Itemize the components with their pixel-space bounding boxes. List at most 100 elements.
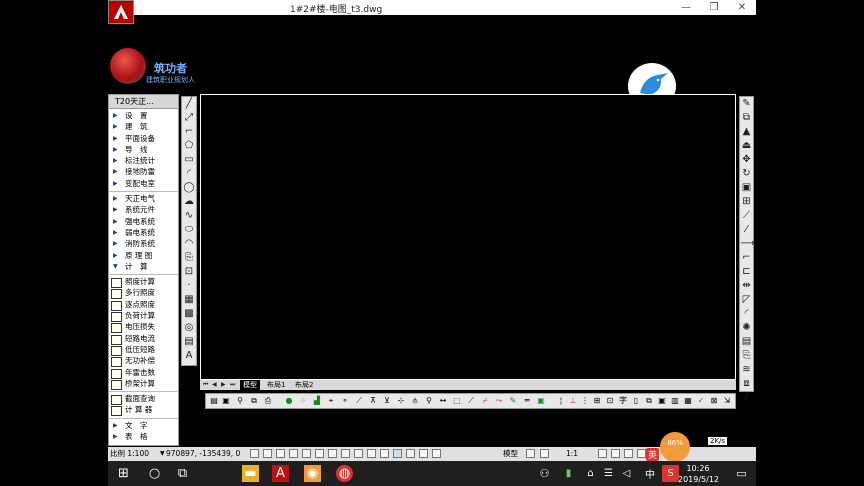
circle-icon[interactable]: ◯ — [183, 182, 195, 194]
annotation-scale[interactable]: 1:1 — [566, 447, 578, 461]
text-style-icon[interactable]: 字 — [618, 396, 628, 406]
table-tool-icon[interactable]: ▦ — [683, 396, 693, 406]
frame-tool-icon[interactable]: ▣ — [657, 396, 667, 406]
palette-header[interactable]: T20天正... — [109, 95, 178, 109]
people-icon[interactable]: ⚇ — [536, 465, 553, 482]
palette-item[interactable]: ▶ 导 线 — [109, 144, 178, 155]
offset-icon[interactable]: ⏏ — [741, 140, 753, 152]
palette-item[interactable]: ▶ 原 理 图 — [109, 250, 178, 261]
palette-item[interactable]: ▶ 天正电气 — [109, 193, 178, 204]
copy-tool-icon[interactable]: ⧉ — [644, 396, 654, 406]
annotation-visibility-icon[interactable] — [598, 449, 607, 458]
match-properties-icon[interactable]: ⎘ — [741, 350, 753, 362]
snap-tool-icon[interactable]: ⌖ — [326, 396, 336, 406]
dimension-tool-icon[interactable]: ⊻ — [382, 396, 392, 406]
drawing-canvas[interactable] — [200, 94, 736, 380]
layer-tool-icon[interactable]: ⧉ — [249, 396, 259, 406]
line-icon[interactable]: ╱ — [183, 98, 195, 110]
stretch-icon[interactable]: ⟋ — [741, 210, 753, 222]
chamfer-icon[interactable]: ◸ — [741, 294, 753, 306]
rectangle-icon[interactable]: ▭ — [183, 154, 195, 166]
zoom-tool-icon[interactable]: ⚲ — [424, 396, 434, 406]
quick-properties-icon[interactable] — [406, 449, 415, 458]
sogou-ime-icon[interactable]: S — [662, 465, 679, 482]
next-tab-icon[interactable]: ▶ — [221, 380, 226, 390]
hatch-icon[interactable]: ▦ — [183, 294, 195, 306]
node-tool-icon[interactable]: ⚬ — [340, 396, 350, 406]
scale-selector[interactable]: 比例 1:100 — [110, 447, 149, 461]
palette-item[interactable]: 多行照度 — [109, 287, 178, 300]
windows-start-icon[interactable]: ⊞ — [115, 465, 132, 482]
break-icon[interactable]: ⌐ — [741, 252, 753, 264]
region-icon[interactable]: ◎ — [183, 322, 195, 334]
palette-item[interactable]: ▶ 变配电室 — [109, 178, 178, 189]
draw-order-icon[interactable]: ⧈ — [741, 378, 753, 390]
point-icon[interactable]: · — [183, 280, 195, 292]
minimize-button[interactable]: — — [672, 0, 700, 15]
palette-item[interactable]: ▶ 表 格 — [109, 431, 178, 442]
rotate-icon[interactable]: ↻ — [741, 168, 753, 180]
parallel-lines-icon[interactable]: ⫽ — [741, 392, 753, 404]
ellipse-arc-icon[interactable]: ◠ — [183, 238, 195, 250]
filled-frame-icon[interactable]: ▥ — [670, 396, 680, 406]
palette-item[interactable]: 截面查询 — [109, 393, 178, 406]
print-icon[interactable]: ⎙ — [263, 396, 273, 406]
ortho-mode-icon[interactable] — [289, 449, 298, 458]
palette-item[interactable]: 无功补偿 — [109, 355, 178, 368]
palette-item[interactable]: ▶ 接地防雷 — [109, 166, 178, 177]
lineweight-icon[interactable] — [380, 449, 389, 458]
move-icon[interactable]: ✥ — [741, 154, 753, 166]
dropdown-arrow-icon[interactable]: ▼ — [160, 447, 165, 461]
palette-item[interactable]: 电压损失 — [109, 321, 178, 334]
volume-icon[interactable]: ◁ — [618, 465, 635, 482]
network-icon[interactable]: ⌂ — [582, 465, 599, 482]
window-select-icon[interactable]: ⬚ — [452, 396, 462, 406]
erase-icon[interactable]: ✎ — [741, 98, 753, 110]
palette-item[interactable]: 桥架计算 — [109, 378, 178, 390]
red-marker-icon[interactable]: ⊥ — [568, 396, 578, 406]
palette-item[interactable]: ▶ 系统元件 — [109, 204, 178, 215]
polygon-icon[interactable]: ⬠ — [183, 140, 195, 152]
join-icon[interactable]: ⇹ — [741, 280, 753, 292]
save-icon[interactable]: ▣ — [221, 396, 231, 406]
notification-icon[interactable]: ▭ — [733, 465, 750, 482]
search-replace-icon[interactable]: ⚲ — [235, 396, 245, 406]
palette-item[interactable]: ▶ 文 字 — [109, 420, 178, 431]
palette-item[interactable]: ▶ 消防系统 — [109, 238, 178, 249]
palette-item[interactable]: 照度计算 — [109, 276, 178, 289]
gradient-icon[interactable]: ▩ — [183, 308, 195, 320]
explode-icon[interactable]: ✺ — [741, 322, 753, 334]
palette-item[interactable]: 低压短路 — [109, 344, 178, 356]
quick-view-drawings-icon[interactable] — [540, 449, 549, 458]
palette-item[interactable]: ▶ 设 置 — [109, 110, 178, 121]
last-tab-icon[interactable]: ⏭ — [230, 380, 235, 390]
book-icon[interactable]: ▯ — [631, 396, 641, 406]
green-box-icon[interactable]: ▣ — [536, 396, 546, 406]
text-column-icon[interactable]: ⋮ — [580, 396, 590, 406]
polyline-icon[interactable]: ⌐ — [183, 126, 195, 138]
transparency-icon[interactable] — [393, 449, 402, 458]
annotation-monitor-icon[interactable] — [432, 449, 441, 458]
first-tab-icon[interactable]: ⏮ — [203, 380, 208, 390]
trim-icon[interactable]: ⁄ — [741, 224, 753, 236]
array-icon[interactable]: ▣ — [741, 182, 753, 194]
palette-item[interactable]: ▼ 计 算 — [109, 261, 178, 272]
line-type-icon[interactable]: ═ — [522, 396, 532, 406]
red-branch-icon[interactable]: ⤳ — [494, 396, 504, 406]
layer-icon[interactable]: ≋ — [741, 364, 753, 376]
quick-view-layouts-icon[interactable] — [526, 449, 535, 458]
palette-item[interactable]: ▶ 标注统计 — [109, 155, 178, 166]
green-check-icon[interactable]: ✓ — [696, 396, 706, 406]
lock-ui-icon[interactable] — [637, 449, 646, 458]
construction-line-icon[interactable]: ⤢ — [183, 112, 195, 124]
workspace-switch-icon[interactable] — [624, 449, 633, 458]
extend-icon[interactable]: ⟶ — [741, 238, 755, 250]
revcloud-icon[interactable]: ☁ — [183, 196, 195, 208]
grid-display-icon[interactable] — [276, 449, 285, 458]
ellipse-icon[interactable]: ⬭ — [183, 224, 195, 236]
tab-model[interactable]: 模型 — [240, 380, 260, 390]
3d-osnap-icon[interactable] — [328, 449, 337, 458]
tab-layout2[interactable]: 布局2 — [292, 380, 316, 390]
align-tool-icon[interactable]: ⊹ — [396, 396, 406, 406]
object-tracking-icon[interactable] — [341, 449, 350, 458]
